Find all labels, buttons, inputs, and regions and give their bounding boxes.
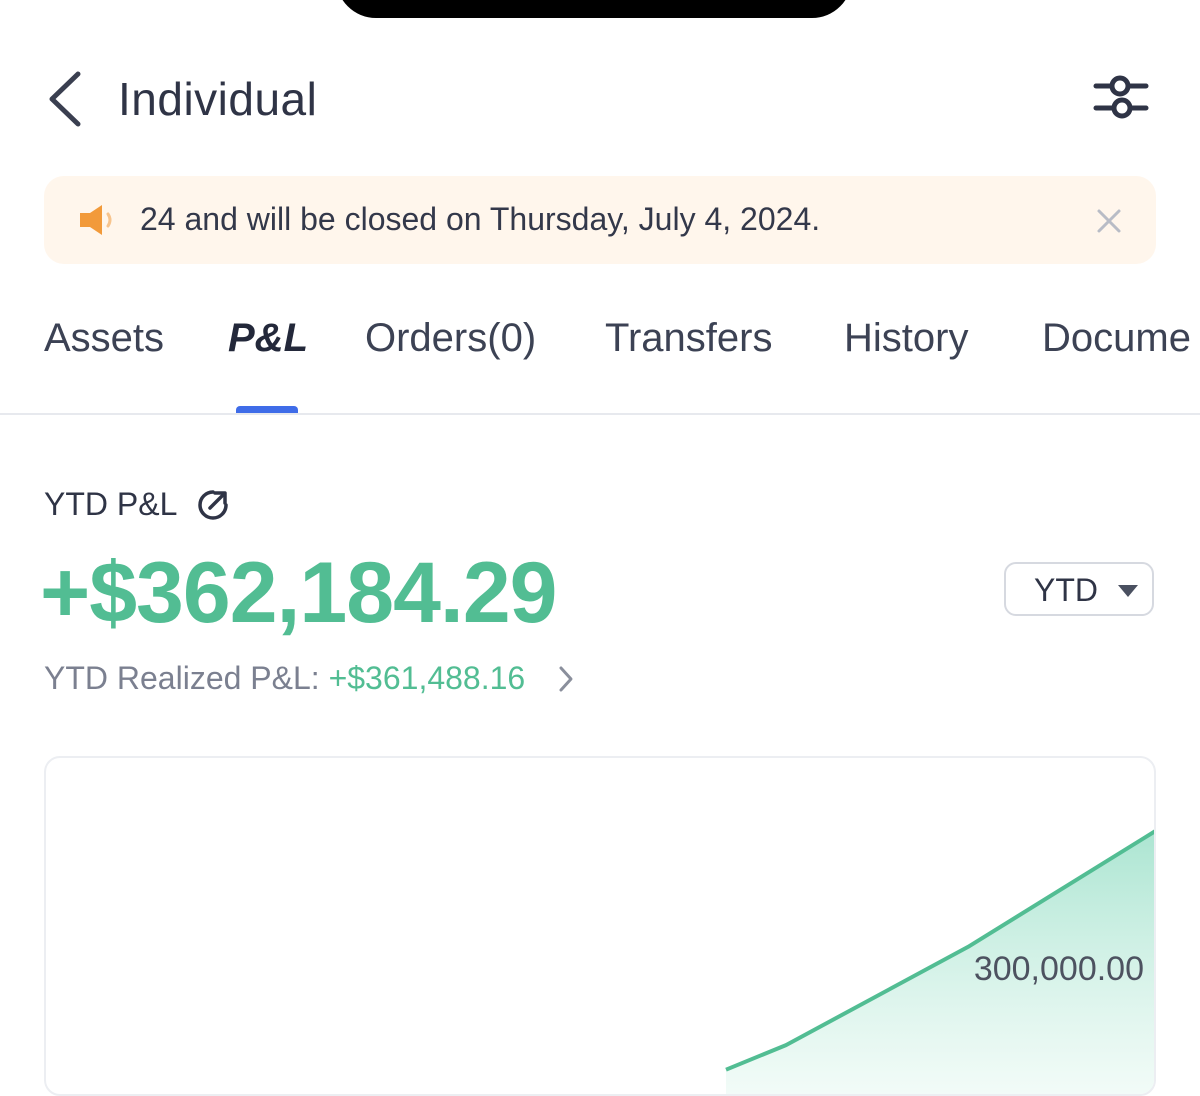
pnl-chart: 300,000.00 [725,829,1154,1094]
ytd-pnl-label: YTD P&L [44,486,178,522]
tab-orders[interactable]: Orders(0) [365,316,536,361]
tabs-divider [0,413,1200,415]
speaker-icon [80,205,112,235]
realized-pnl-value: +$361,488.16 [328,660,526,696]
tab-pnl[interactable]: P&L [228,316,308,361]
chevron-right-icon [559,666,573,692]
pnl-chart-card: 300,000.00 [44,756,1156,1096]
ytd-pnl-total: +$362,184.29 [40,545,557,641]
realized-pnl-row[interactable]: YTD Realized P&L: +$361,488.16 [44,660,573,697]
tab-assets[interactable]: Assets [44,316,164,361]
page-title: Individual [118,73,318,125]
tab-history[interactable]: History [844,316,968,361]
announcement-banner: 24 and will be closed on Thursday, July … [44,176,1156,264]
close-icon[interactable] [1094,206,1124,236]
tab-bar: Assets P&L Orders(0) Transfers History D… [0,308,1200,414]
banner-text: 24 and will be closed on Thursday, July … [140,201,821,237]
tab-transfers[interactable]: Transfers [605,316,772,361]
sliders-icon [1093,75,1149,119]
back-button[interactable] [40,68,92,132]
period-dropdown-label: YTD [1034,572,1098,608]
share-icon[interactable] [196,488,230,522]
caret-down-icon [1118,585,1138,597]
reference-label: 300,000.00 [974,950,1144,988]
chevron-left-icon [49,71,81,127]
period-dropdown[interactable]: YTD [1004,562,1154,616]
realized-pnl-label: YTD Realized P&L: [44,660,329,696]
tab-documents[interactable]: Docume [1042,316,1191,361]
device-notch [336,0,852,18]
filter-button[interactable] [1088,70,1154,126]
